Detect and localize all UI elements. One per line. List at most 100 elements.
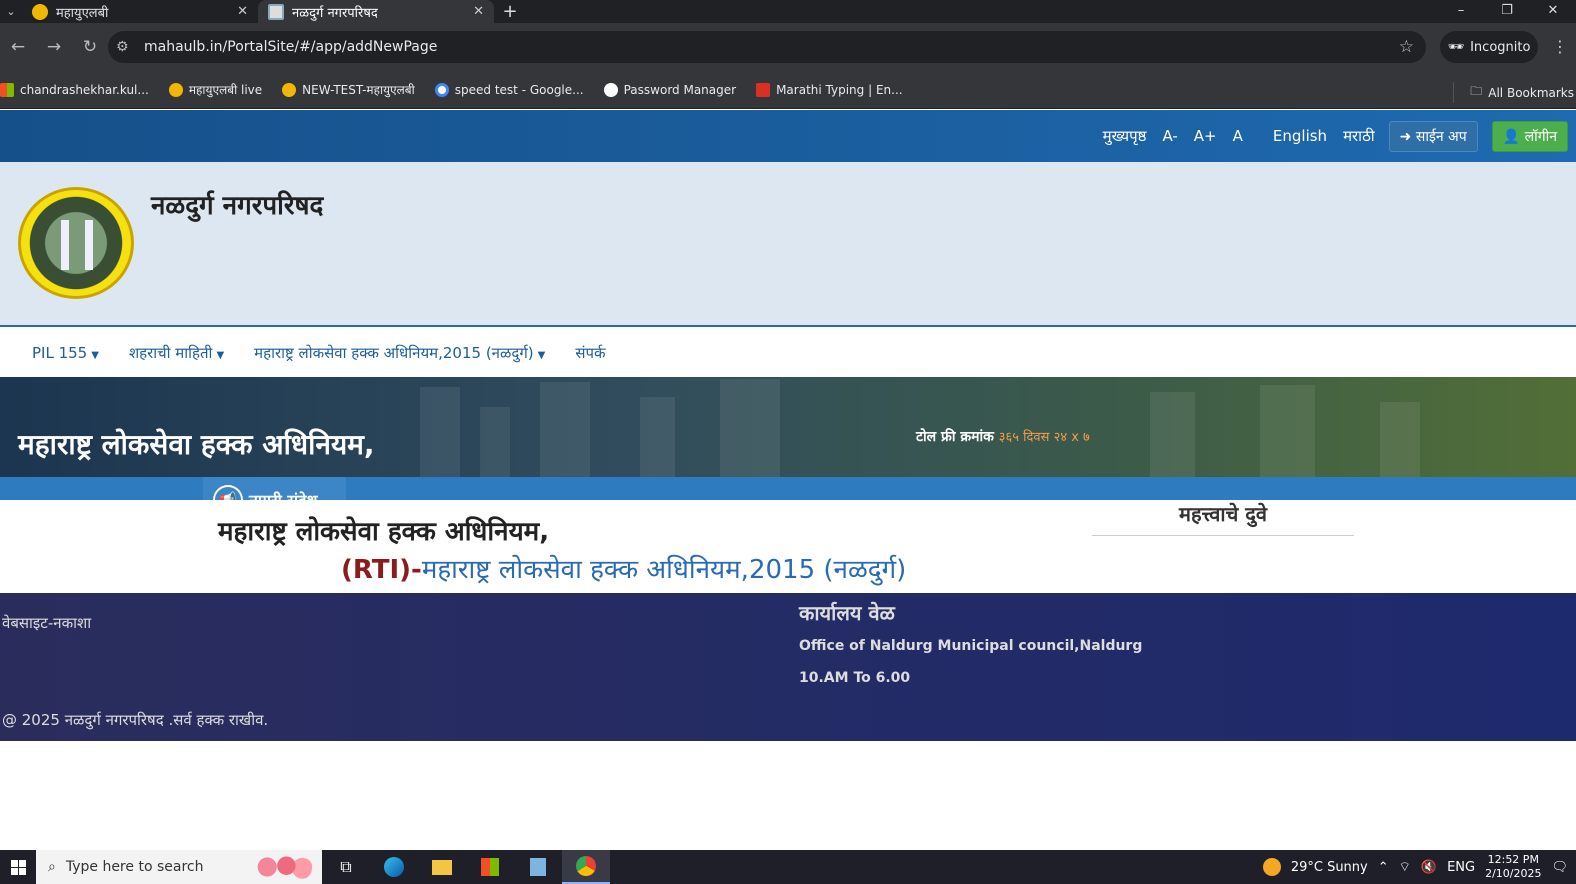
all-bookmarks-button[interactable]: 🗀 All Bookmarks — [1453, 82, 1574, 103]
site-settings-icon[interactable]: ⚙ — [116, 39, 144, 55]
tab-title: महायुएलबी — [56, 5, 109, 21]
bookmark-label: chandrashekhar.kul... — [20, 82, 149, 97]
bookmark-item[interactable]: chandrashekhar.kul... — [0, 82, 149, 97]
caret-down-icon: ▼ — [537, 350, 546, 361]
restore-icon[interactable]: ❐ — [1484, 0, 1530, 23]
bookmark-label: Password Manager — [623, 82, 737, 97]
minimize-icon[interactable]: – — [1438, 0, 1484, 23]
bookmark-item[interactable]: speed test - Google... — [434, 82, 584, 97]
forward-arrow-icon[interactable]: → — [36, 37, 72, 57]
caret-down-icon: ▼ — [91, 350, 99, 361]
task-view-icon[interactable]: ⧉ — [322, 850, 370, 884]
weather-text[interactable]: 29°C Sunny — [1291, 860, 1368, 875]
windows-start-icon[interactable] — [0, 850, 36, 884]
tab-favicon-icon — [268, 3, 284, 20]
login-label: लॉगीन — [1524, 128, 1557, 145]
user-icon: 👤 — [1502, 128, 1525, 145]
bookmark-label: महायुएलबी live — [188, 83, 263, 97]
store-icon[interactable] — [466, 850, 514, 884]
incognito-badge[interactable]: 🕶 Incognito — [1440, 31, 1538, 63]
signup-button[interactable]: ➜ साईन अप — [1388, 120, 1478, 152]
search-placeholder[interactable]: Type here to search — [66, 859, 204, 875]
nav-label: महाराष्ट्र लोकसेवा हक्क अधिनियम,2015 (नळ… — [254, 344, 534, 362]
close-window-icon[interactable]: ✕ — [1530, 0, 1576, 23]
site-footer: वेबसाइट-नकाशा कार्यालय वेळ Office of Nal… — [0, 593, 1576, 741]
tab-title: नळदुर्ग नगरपरिषद — [292, 5, 378, 21]
new-tab-button[interactable]: + — [494, 0, 526, 23]
network-icon[interactable]: ⌔ — [1399, 859, 1411, 875]
bookmark-item[interactable]: महायुएलबी live — [168, 81, 263, 98]
nav-item-pil[interactable]: PIL 155 ▼ — [32, 344, 99, 362]
toll-free-value: ३६५ दिवस २४ x ७ — [998, 430, 1090, 445]
tab-close-icon[interactable]: ✕ — [473, 4, 484, 19]
bookmark-favicon-icon — [0, 82, 14, 97]
nav-item-city-info[interactable]: शहराची माहिती ▼ — [129, 343, 224, 363]
tab-search-icon[interactable]: ⌄ — [0, 0, 22, 23]
file-explorer-icon[interactable] — [418, 850, 466, 884]
bookmark-item[interactable]: Password Manager — [603, 82, 737, 97]
password-manager-icon — [603, 82, 618, 97]
notifications-icon[interactable]: 🗨 — [1551, 860, 1568, 875]
notepad-icon[interactable] — [514, 850, 562, 884]
login-button[interactable]: 👤 लॉगीन — [1491, 120, 1568, 152]
nav-item-public-service-act[interactable]: महाराष्ट्र लोकसेवा हक्क अधिनियम,2015 (नळ… — [254, 343, 545, 363]
browser-tab-2[interactable]: नळदुर्ग नगरपरिषद ✕ — [258, 0, 494, 23]
bookmark-favicon-icon — [168, 82, 183, 97]
sitemap-link[interactable]: वेबसाइट-नकाशा — [2, 613, 91, 633]
bookmark-star-icon[interactable]: ☆ — [1399, 37, 1414, 57]
folder-icon: 🗀 — [1470, 84, 1483, 98]
home-link[interactable]: मुख्यपृष्ठ — [1103, 126, 1147, 146]
chrome-icon[interactable] — [562, 850, 610, 884]
bookmark-item[interactable]: Marathi Typing | En... — [756, 82, 903, 97]
bookmarks-bar: chandrashekhar.kul... महायुएलबी live NEW… — [0, 71, 1576, 109]
clock-time: 12:52 PM — [1487, 853, 1539, 866]
reload-icon[interactable]: ↻ — [72, 37, 108, 57]
toll-free-info: टोल फ्री क्रमांक ३६५ दिवस २४ x ७ — [916, 427, 1090, 446]
show-hidden-icons-icon[interactable]: ⌃ — [1378, 860, 1389, 875]
bookmark-label: Marathi Typing | En... — [776, 82, 903, 97]
browser-tab-1[interactable]: महायुएलबी ✕ — [22, 0, 258, 23]
office-name: Office of Naldurg Municipal council,Nald… — [799, 638, 1143, 654]
sign-in-icon: ➜ — [1399, 128, 1416, 145]
clock[interactable]: 12:52 PM 2/10/2025 — [1485, 853, 1541, 881]
bookmark-item[interactable]: NEW-TEST-महायुएलबी — [282, 81, 415, 98]
back-arrow-icon[interactable]: ← — [0, 37, 36, 57]
font-increase-button[interactable]: A+ — [1194, 127, 1217, 145]
browser-tab-bar: ⌄ महायुएलबी ✕ नळदुर्ग नगरपरिषद ✕ + – ❐ ✕ — [0, 0, 1576, 23]
volume-muted-icon[interactable]: 🔇 — [1421, 860, 1437, 875]
search-icon: ⌕ — [48, 859, 56, 875]
site-utility-bar: मुख्यपृष्ठ A- A+ A English मराठी ➜ साईन … — [0, 110, 1576, 162]
font-decrease-button[interactable]: A- — [1162, 127, 1177, 145]
council-logo — [18, 187, 134, 299]
taskbar-search[interactable]: ⌕ Type here to search — [36, 850, 322, 884]
nav-label: शहराची माहिती — [128, 344, 213, 362]
nav-item-contact[interactable]: संपर्क — [575, 343, 605, 363]
browser-menu-icon[interactable]: ⋮ — [1552, 37, 1568, 56]
address-bar[interactable]: ⚙ mahaulb.in/PortalSite/#/app/addNewPage… — [108, 31, 1426, 63]
office-hours: 10.AM To 6.00 — [799, 670, 911, 686]
bookmark-favicon-icon — [756, 82, 771, 97]
google-icon — [434, 82, 449, 97]
clock-date: 2/10/2025 — [1485, 867, 1542, 880]
bookmark-favicon-icon — [282, 82, 297, 97]
window-controls: – ❐ ✕ — [1438, 0, 1576, 23]
rti-link[interactable]: (RTI)-महाराष्ट्र लोकसेवा हक्क अधिनियम,20… — [341, 550, 906, 586]
marathi-language-link[interactable]: मराठी — [1343, 126, 1375, 146]
windows-taskbar: ⌕ Type here to search ⧉ 29°C Sunny ⌃ ⌔ 🔇… — [0, 850, 1576, 884]
font-reset-button[interactable]: A — [1233, 127, 1243, 145]
tab-close-icon[interactable]: ✕ — [237, 4, 248, 19]
site-title: नळदुर्ग नगरपरिषद — [151, 191, 324, 221]
system-tray: 29°C Sunny ⌃ ⌔ 🔇 ENG 12:52 PM 2/10/2025 🗨 — [1262, 850, 1576, 884]
bookmark-label: NEW-TEST-महायुएलबी — [302, 83, 415, 97]
search-highlight-image — [248, 854, 312, 880]
toll-free-label: टोल फ्री क्रमांक — [916, 429, 994, 445]
rti-prefix: (RTI)- — [341, 555, 422, 585]
url-text[interactable]: mahaulb.in/PortalSite/#/app/addNewPage — [144, 39, 437, 55]
english-language-link[interactable]: English — [1273, 127, 1327, 145]
language-indicator[interactable]: ENG — [1447, 860, 1475, 875]
office-hours-title: कार्यालय वेळ — [799, 601, 895, 625]
main-nav: PIL 155 ▼ शहराची माहिती ▼ महाराष्ट्र लोकसे… — [0, 329, 1576, 377]
copyright-text: @ 2025 नळदुर्ग नगरपरिषद .सर्व हक्क राखीव… — [2, 711, 269, 729]
edge-icon[interactable] — [370, 850, 418, 884]
rti-link-label[interactable]: महाराष्ट्र लोकसेवा हक्क अधिनियम,2015 (नळ… — [422, 555, 906, 585]
